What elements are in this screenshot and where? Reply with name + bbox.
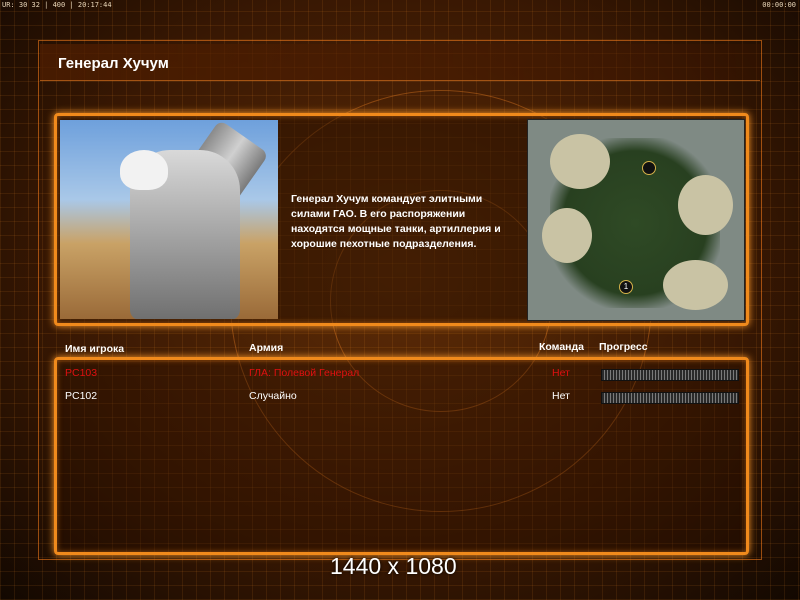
column-army: Армия	[249, 342, 284, 354]
player-progress-bar	[601, 392, 739, 404]
player-army: ГЛА: Полевой Генерал	[249, 367, 360, 379]
player-team: Нет	[552, 367, 570, 379]
column-player-name: Имя игрока	[65, 343, 125, 355]
resolution-watermark: 1440 x 1080	[330, 553, 457, 579]
column-progress: Прогресс	[599, 341, 648, 353]
soldier-head	[120, 150, 168, 190]
player-army: Случайно	[249, 390, 297, 402]
map-preview: 1	[527, 119, 745, 321]
column-team: Команда	[539, 341, 584, 353]
player-name: PC103	[65, 367, 98, 379]
general-description: Генерал Хучум командует элитными силами …	[291, 193, 501, 250]
player-row: PC103 ГЛА: Полевой Генерал Нет	[0, 367, 800, 381]
player-progress-bar	[601, 369, 739, 381]
player-team: Нет	[552, 390, 570, 402]
map-hill	[678, 175, 733, 235]
start-position-marker[interactable]	[642, 161, 656, 175]
hud-bar: UR: 30 32 | 400 | 20:17:44 00:00:00	[0, 0, 800, 10]
hud-timer: 00:00:00	[762, 1, 796, 9]
general-portrait-image	[60, 120, 278, 319]
player-name: PC102	[65, 390, 98, 402]
start-position-marker[interactable]: 1	[619, 280, 633, 294]
map-hill	[542, 208, 592, 263]
player-row: PC102 Случайно Нет	[0, 390, 800, 404]
map-hill	[550, 134, 610, 189]
map-hill	[663, 260, 728, 310]
hud-stats: UR: 30 32 | 400 | 20:17:44	[2, 1, 112, 9]
players-panel	[54, 357, 749, 555]
page-title: Генерал Хучум	[58, 55, 169, 72]
